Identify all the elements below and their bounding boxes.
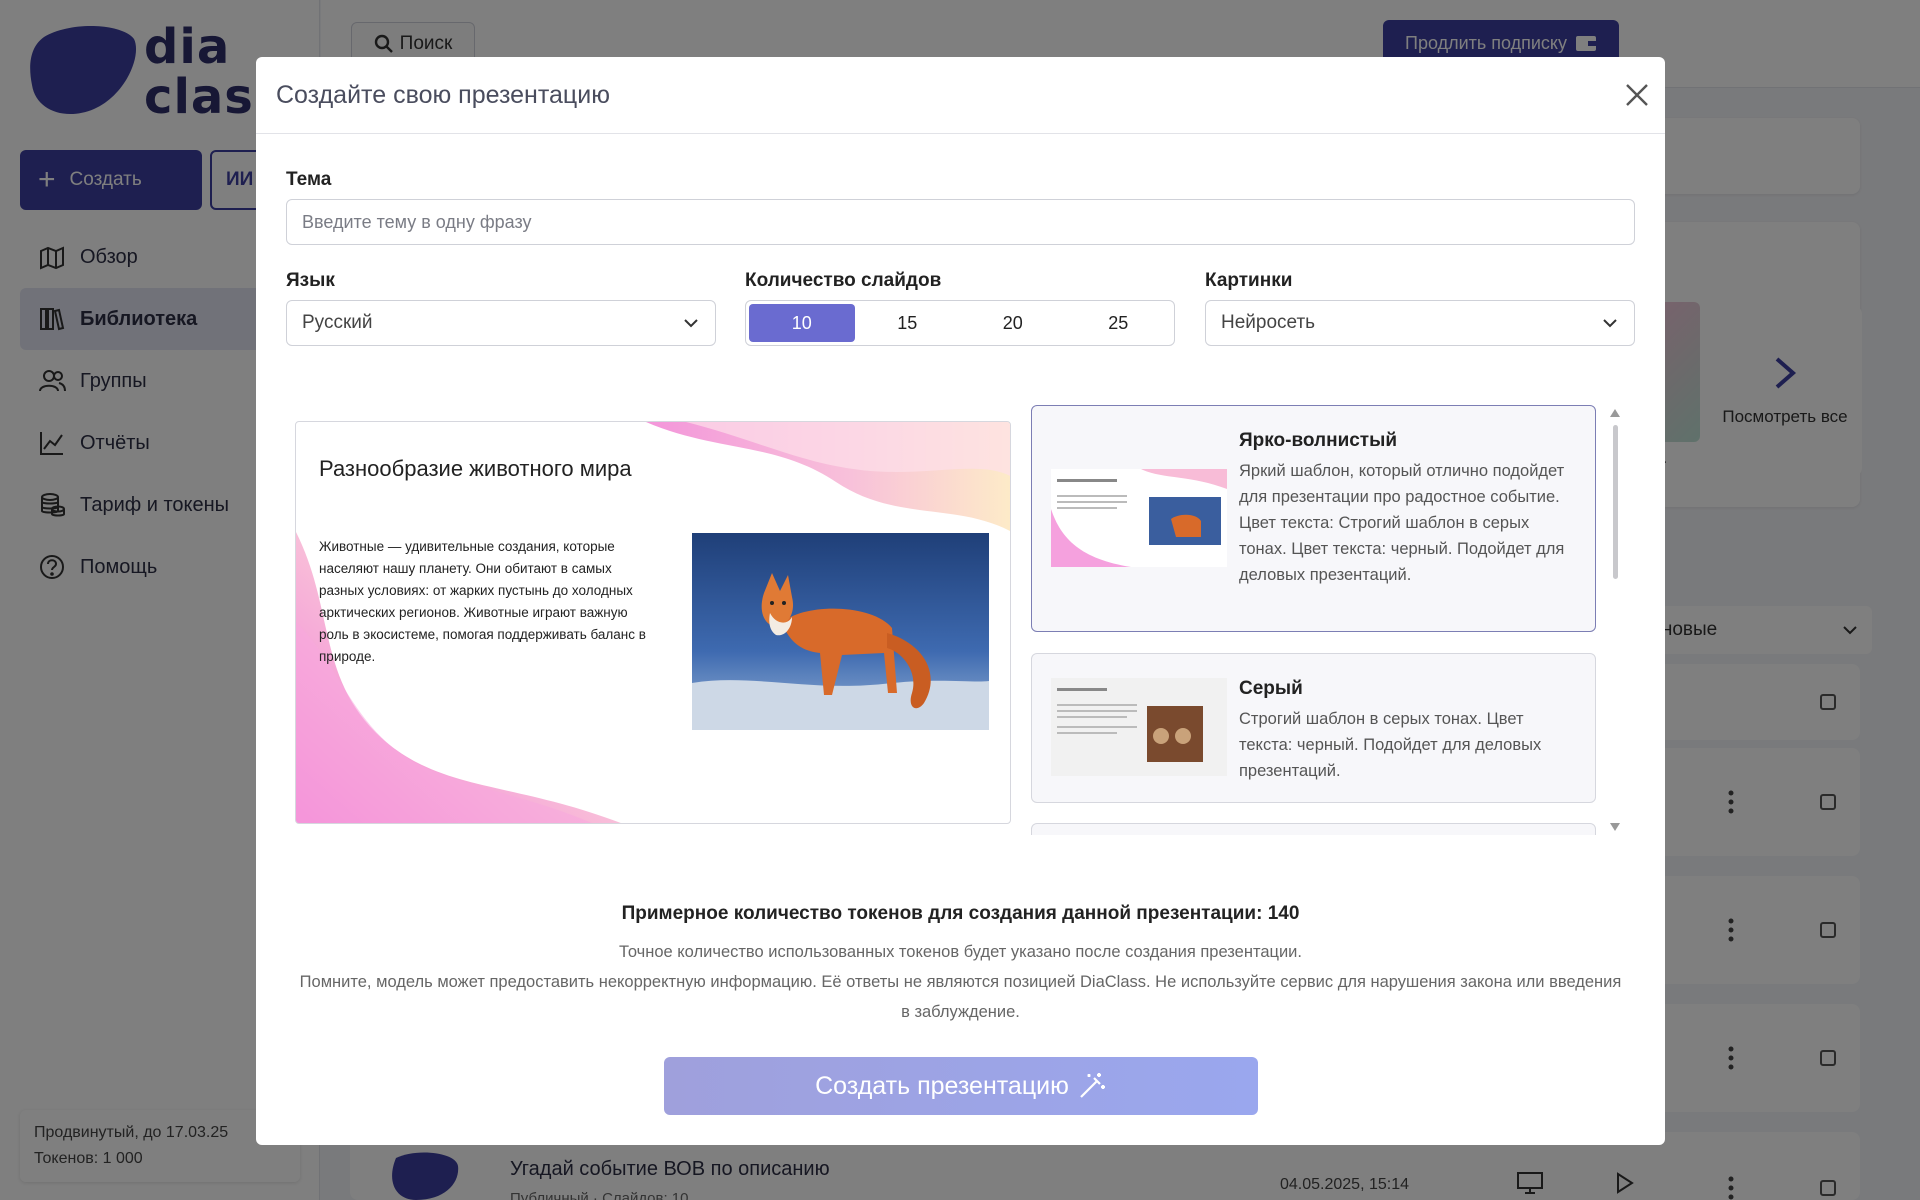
- create-presentation-label: Создать презентацию: [815, 1071, 1069, 1100]
- slides-count-selector: 10 15 20 25: [745, 300, 1175, 346]
- images-label: Картинки: [1205, 270, 1293, 291]
- modal-header: Создайте свою презентацию: [256, 57, 1665, 134]
- slides-option-15[interactable]: 15: [855, 304, 961, 342]
- template-preview: Разнообразие животного мира Животные — у…: [295, 421, 1011, 824]
- template-card-partial[interactable]: [1031, 823, 1596, 835]
- chevron-down-icon: [1603, 319, 1617, 328]
- modal-title: Создайте свою презентацию: [276, 81, 610, 109]
- disclaimer-note: Помните, модель может предоставить некор…: [299, 973, 1622, 1021]
- template-description: Строгий шаблон в серых тонах. Цвет текст…: [1239, 710, 1542, 780]
- template-thumbnail-icon: [1051, 678, 1227, 776]
- scrollbar-thumb[interactable]: [1613, 425, 1618, 579]
- scroll-up-icon[interactable]: [1610, 409, 1620, 417]
- slides-option-10[interactable]: 10: [749, 304, 855, 342]
- slides-option-20[interactable]: 20: [960, 304, 1066, 342]
- tokens-note: Точное количество использованных токенов…: [619, 943, 1302, 961]
- template-card-gray[interactable]: Серый Строгий шаблон в серых тонах. Цвет…: [1031, 653, 1596, 803]
- preview-title: Разнообразие животного мира: [319, 456, 632, 481]
- preview-text: Животные — удивительные создания, которы…: [319, 539, 646, 664]
- magic-wand-icon: [1080, 1073, 1105, 1098]
- template-card-bright-wavy[interactable]: Ярко-волнистый Яркий шаблон, который отл…: [1031, 405, 1596, 632]
- images-select[interactable]: Нейросеть: [1205, 300, 1635, 346]
- template-name: Серый: [1239, 678, 1303, 699]
- slides-option-25[interactable]: 25: [1066, 304, 1172, 342]
- fox-photo-icon: [692, 533, 989, 730]
- template-description: Яркий шаблон, который отлично подойдет д…: [1239, 462, 1565, 584]
- images-select-value: Нейросеть: [1221, 312, 1316, 333]
- topic-input[interactable]: [286, 199, 1635, 245]
- create-presentation-modal: Создайте свою презентацию Тема Язык Русс…: [256, 57, 1665, 1145]
- chevron-down-icon: [684, 319, 698, 328]
- language-select[interactable]: Русский: [286, 300, 716, 346]
- tokens-estimate: Примерное количество токенов для создани…: [621, 903, 1300, 924]
- template-thumbnail-icon: [1051, 469, 1227, 567]
- language-select-value: Русский: [302, 312, 373, 333]
- create-presentation-button[interactable]: Создать презентацию: [664, 1057, 1258, 1115]
- language-label: Язык: [286, 270, 335, 291]
- close-icon[interactable]: [1623, 81, 1651, 109]
- slides-count-label: Количество слайдов: [745, 270, 942, 291]
- topic-label: Тема: [286, 169, 332, 190]
- scroll-down-icon[interactable]: [1610, 823, 1620, 831]
- template-name: Ярко-волнистый: [1239, 430, 1398, 451]
- template-list: Ярко-волнистый Яркий шаблон, который отл…: [1031, 405, 1611, 835]
